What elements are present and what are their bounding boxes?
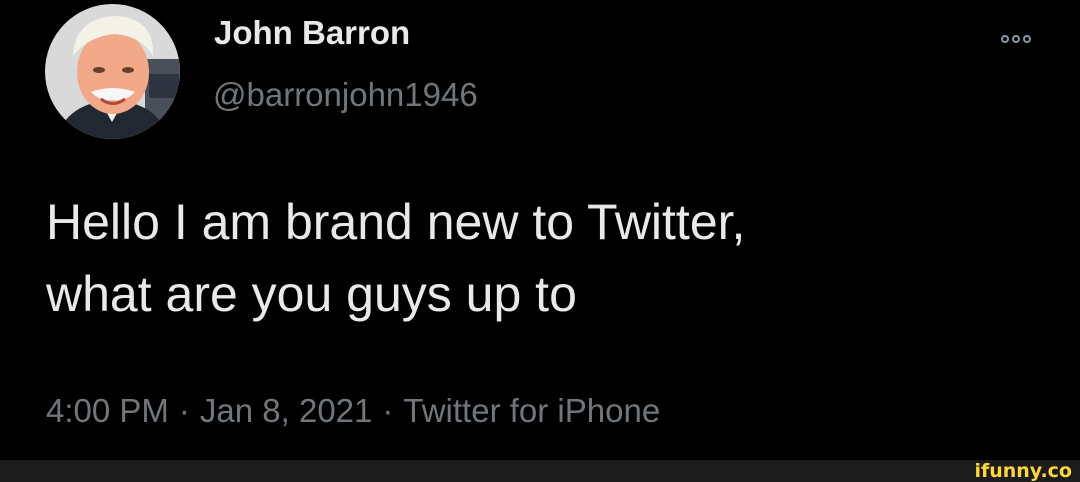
more-dot xyxy=(1001,35,1009,43)
tweet-text-line: what are you guys up to xyxy=(46,266,577,322)
tweet-time[interactable]: 4:00 PM xyxy=(46,392,169,429)
tweet-source[interactable]: Twitter for iPhone xyxy=(403,392,660,429)
more-dot xyxy=(1023,35,1031,43)
tweet-meta: 4:00 PM · Jan 8, 2021 · Twitter for iPhone xyxy=(46,394,660,427)
tweet-text-line: Hello I am brand new to Twitter, xyxy=(46,194,746,250)
ifunny-watermark: ifunny.co xyxy=(974,460,1072,482)
avatar[interactable] xyxy=(45,4,180,139)
more-dot xyxy=(1012,35,1020,43)
author-display-name[interactable]: John Barron xyxy=(214,16,410,49)
meta-separator: · xyxy=(382,392,394,429)
tweet-card: John Barron @barronjohn1946 Hello I am b… xyxy=(0,0,1080,460)
tweet-text: Hello I am brand new to Twitter, what are… xyxy=(46,186,1026,330)
tweet-date[interactable]: Jan 8, 2021 xyxy=(200,392,372,429)
more-options-icon[interactable] xyxy=(987,28,1045,50)
author-handle[interactable]: @barronjohn1946 xyxy=(213,78,478,111)
meta-separator: · xyxy=(178,392,190,429)
watermark-bar: ifunny.co xyxy=(0,460,1080,482)
profile-photo-icon xyxy=(45,4,180,139)
